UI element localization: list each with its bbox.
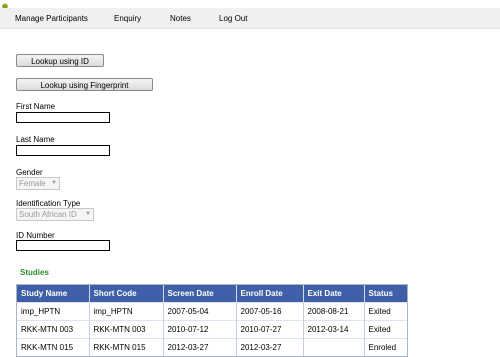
first-name-label: First Name [16, 102, 56, 111]
id-number-field[interactable] [16, 240, 110, 251]
status-cell: Enroled [364, 338, 407, 356]
table-row[interactable]: imp_HPTN imp_HPTN 2007-05-04 2007-05-16 … [17, 302, 407, 321]
column-header[interactable]: Enroll Date [236, 285, 304, 303]
column-header[interactable]: Status [364, 285, 407, 303]
studies-title: Studies [20, 268, 49, 277]
study-name-cell: RKK-MTN 003 [17, 320, 90, 339]
menu-manage-participants[interactable]: Manage Participants [15, 14, 88, 23]
last-name-label: Last Name [16, 135, 55, 144]
menu-log-out[interactable]: Log Out [219, 14, 247, 23]
menu-bar: Manage Participants Enquiry Notes Log Ou… [0, 8, 500, 29]
enroll-date-cell: 2010-07-27 [236, 320, 304, 339]
screen-date-cell: 2007-05-04 [163, 302, 237, 321]
short-code-cell: RKK-MTN 015 [89, 338, 164, 356]
exit-date-cell: 2008-08-21 [303, 302, 365, 321]
screen-date-cell: 2010-07-12 [163, 320, 237, 339]
status-cell: Exited [364, 302, 407, 321]
exit-date-cell: 2012-03-14 [303, 320, 365, 339]
menu-notes[interactable]: Notes [170, 14, 191, 23]
gender-select-value: Female [19, 179, 46, 188]
short-code-cell: imp_HPTN [89, 302, 164, 321]
id-type-select-value: South African ID [19, 210, 77, 219]
short-code-cell: RKK-MTN 003 [89, 320, 164, 339]
screen-date-cell: 2012-03-27 [163, 338, 237, 356]
lookup-fingerprint-button[interactable]: Lookup using Fingerprint [16, 78, 153, 91]
column-header[interactable]: Exit Date [303, 285, 365, 303]
table-row[interactable]: RKK-MTN 015 RKK-MTN 015 2012-03-27 2012-… [17, 338, 407, 356]
chevron-down-icon: ▼ [85, 211, 91, 217]
column-header[interactable]: Study Name [17, 285, 90, 303]
exit-date-cell [303, 338, 365, 356]
studies-table: Study Name Short Code Screen Date Enroll… [16, 284, 408, 357]
column-header[interactable]: Short Code [89, 285, 164, 303]
enroll-date-cell: 2012-03-27 [236, 338, 304, 356]
last-name-field[interactable] [16, 145, 110, 156]
study-name-cell: RKK-MTN 015 [17, 338, 90, 356]
lookup-id-button[interactable]: Lookup using ID [16, 54, 104, 67]
column-header[interactable]: Screen Date [163, 285, 237, 303]
status-cell: Exited [364, 320, 407, 339]
table-header-row: Study Name Short Code Screen Date Enroll… [17, 285, 407, 303]
menu-enquiry[interactable]: Enquiry [114, 14, 141, 23]
gender-label: Gender [16, 168, 43, 177]
id-type-select[interactable]: South African ID ▼ [16, 208, 94, 221]
chevron-down-icon: ▼ [51, 180, 57, 186]
enroll-date-cell: 2007-05-16 [236, 302, 304, 321]
id-type-label: Identification Type [16, 199, 81, 208]
gender-select[interactable]: Female ▼ [16, 177, 60, 190]
first-name-field[interactable] [16, 112, 110, 123]
table-row[interactable]: RKK-MTN 003 RKK-MTN 003 2010-07-12 2010-… [17, 320, 407, 339]
study-name-cell: imp_HPTN [17, 302, 90, 321]
id-number-label: ID Number [16, 231, 55, 240]
